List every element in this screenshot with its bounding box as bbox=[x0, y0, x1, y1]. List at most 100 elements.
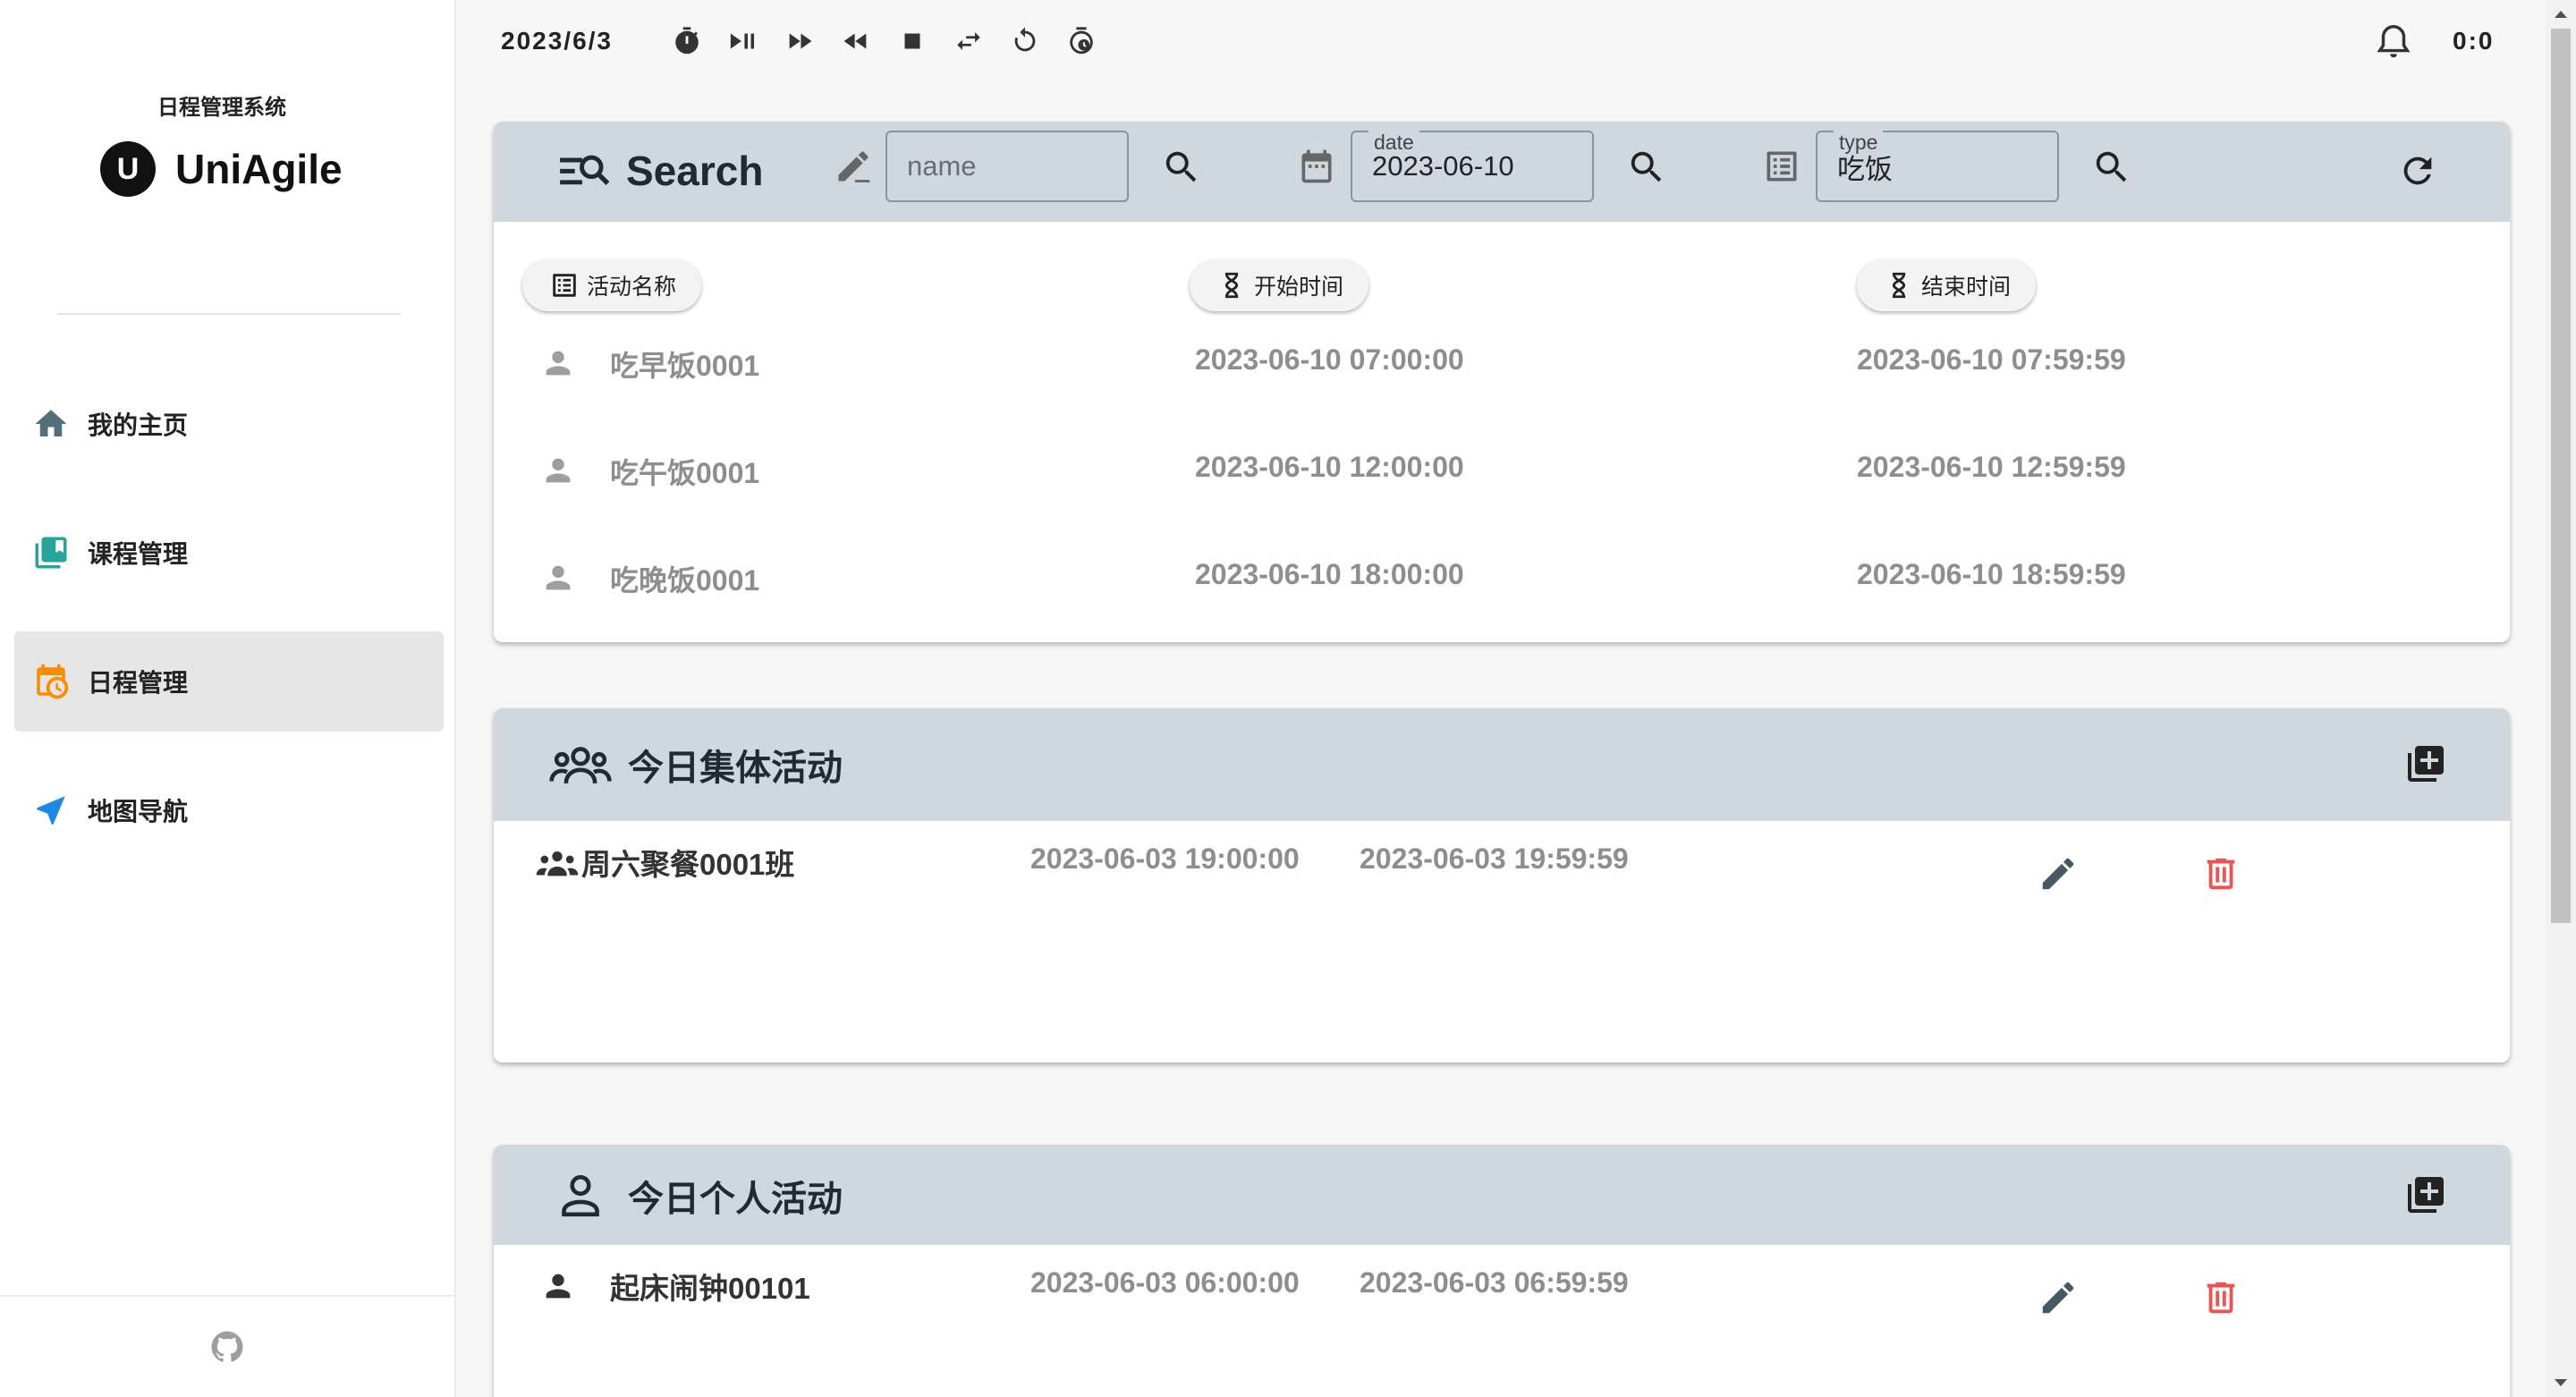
scroll-up-arrow[interactable] bbox=[2555, 11, 2567, 18]
personal-activities-header: 今日个人活动 bbox=[494, 1145, 2510, 1245]
column-chip-start-time[interactable]: 开始时间 bbox=[1190, 259, 1369, 311]
person-icon bbox=[546, 458, 571, 483]
edit-pencil-icon[interactable] bbox=[2038, 853, 2079, 894]
activity-start: 2023-06-03 19:00:00 bbox=[1030, 842, 1300, 875]
scroll-down-arrow[interactable] bbox=[2555, 1379, 2567, 1386]
sidebar-item-label: 我的主页 bbox=[88, 411, 189, 439]
search-title-text: Search bbox=[626, 148, 764, 194]
result-end: 2023-06-10 18:59:59 bbox=[1857, 558, 2126, 590]
name-search-input[interactable]: name bbox=[886, 131, 1129, 202]
activity-end: 2023-06-03 19:59:59 bbox=[1360, 842, 1629, 875]
result-start: 2023-06-10 07:00:00 bbox=[1195, 343, 1464, 376]
column-chip-end-time[interactable]: 结束时间 bbox=[1857, 259, 2037, 311]
person-outline-icon bbox=[562, 1174, 599, 1217]
fast-forward-icon[interactable] bbox=[784, 25, 816, 57]
swap-icon[interactable] bbox=[953, 25, 985, 57]
search-result-row[interactable]: 吃午饭0001 2023-06-10 12:00:00 2023-06-10 1… bbox=[494, 440, 2510, 503]
activity-name: 起床闹钟00101 bbox=[610, 1272, 810, 1305]
app-logo: U bbox=[100, 141, 156, 197]
sidebar-item-schedule[interactable]: 日程管理 bbox=[14, 631, 444, 732]
result-name: 吃晚饭0001 bbox=[610, 564, 760, 597]
timer-icon[interactable] bbox=[671, 25, 703, 57]
group-activities-card: 今日集体活动 周六聚餐0001班 2023-06-03 19:00:00 202… bbox=[494, 708, 2510, 1063]
calendar-clock-icon bbox=[37, 664, 69, 699]
result-start: 2023-06-10 18:00:00 bbox=[1195, 558, 1464, 590]
result-end: 2023-06-10 12:59:59 bbox=[1857, 451, 2126, 483]
group-activity-row[interactable]: 周六聚餐0001班 2023-06-03 19:00:00 2023-06-03… bbox=[494, 830, 2510, 902]
personal-activities-card: 今日个人活动 起床闹钟00101 2023-06-03 06:00:00 202… bbox=[494, 1145, 2510, 1397]
section-title-text: 今日个人活动 bbox=[628, 1180, 843, 1219]
sidebar-item-label: 地图导航 bbox=[88, 798, 189, 826]
simulation-time: 0:0 bbox=[2453, 27, 2495, 55]
stop-icon[interactable] bbox=[896, 25, 928, 57]
calendar-icon bbox=[1301, 149, 1332, 183]
activity-start: 2023-06-03 06:00:00 bbox=[1030, 1266, 1300, 1299]
top-bar: 2023/6/3 0:0 bbox=[456, 0, 2546, 86]
sidebar-item-map[interactable]: 地图导航 bbox=[14, 760, 444, 860]
simulation-date: 2023/6/3 bbox=[501, 27, 613, 55]
search-result-row[interactable]: 吃早饭0001 2023-06-10 07:00:00 2023-06-10 0… bbox=[494, 333, 2510, 395]
search-list-icon bbox=[560, 155, 610, 185]
result-end: 2023-06-10 07:59:59 bbox=[1857, 343, 2126, 376]
add-personal-activity-icon[interactable] bbox=[2404, 1173, 2447, 1216]
scroll-thumb[interactable] bbox=[2551, 29, 2571, 923]
sidebar-divider bbox=[57, 313, 401, 315]
add-group-activity-icon[interactable] bbox=[2404, 742, 2447, 785]
page-scrollbar[interactable] bbox=[2546, 0, 2576, 1397]
app-subtitle: 日程管理系统 bbox=[157, 96, 286, 120]
book-icon bbox=[35, 537, 67, 569]
hourglass-icon bbox=[1892, 272, 1906, 299]
github-icon[interactable] bbox=[208, 1328, 246, 1366]
chip-label: 活动名称 bbox=[587, 275, 677, 300]
timer-history-icon[interactable] bbox=[1065, 25, 1097, 57]
result-name: 吃午饭0001 bbox=[610, 457, 760, 489]
personal-activities-title: 今日个人活动 bbox=[547, 1170, 843, 1222]
app-name: UniAgile bbox=[175, 146, 343, 192]
date-field-legend: date bbox=[1368, 131, 1419, 155]
search-title: Search bbox=[556, 147, 763, 195]
rewind-icon[interactable] bbox=[840, 25, 872, 57]
delete-trash-icon[interactable] bbox=[2200, 1277, 2241, 1318]
group-activities-header: 今日集体活动 bbox=[494, 708, 2510, 821]
person-icon bbox=[546, 1274, 571, 1299]
column-chip-activity-name[interactable]: 活动名称 bbox=[522, 259, 702, 311]
groups-icon bbox=[536, 851, 579, 876]
search-icon[interactable] bbox=[1626, 147, 1667, 188]
search-card: Search name date 2023-06-10 type 吃饭 活动名称… bbox=[494, 122, 2510, 642]
result-name: 吃早饭0001 bbox=[610, 350, 760, 382]
refresh-icon[interactable] bbox=[2397, 150, 2438, 191]
chip-label: 结束时间 bbox=[1921, 275, 2012, 300]
sidebar-item-courses[interactable]: 课程管理 bbox=[14, 503, 444, 603]
restart-icon[interactable] bbox=[1009, 25, 1041, 57]
section-title-text: 今日集体活动 bbox=[628, 749, 843, 788]
list-icon bbox=[553, 274, 576, 297]
type-search-input[interactable]: type 吃饭 bbox=[1816, 131, 2059, 202]
sidebar-item-label: 日程管理 bbox=[88, 669, 189, 697]
personal-activity-row[interactable]: 起床闹钟00101 2023-06-03 06:00:00 2023-06-03… bbox=[494, 1254, 2510, 1325]
play-pause-icon[interactable] bbox=[727, 25, 759, 57]
delete-trash-icon[interactable] bbox=[2200, 853, 2241, 894]
navigation-icon bbox=[37, 796, 65, 825]
brand: U UniAgile bbox=[100, 141, 343, 197]
home-icon bbox=[35, 410, 67, 436]
search-icon[interactable] bbox=[2091, 147, 2132, 188]
sidebar-item-label: 课程管理 bbox=[88, 540, 189, 568]
person-icon bbox=[546, 565, 571, 590]
sidebar-footer bbox=[0, 1295, 454, 1397]
list-icon bbox=[1767, 151, 1797, 182]
hourglass-icon bbox=[1224, 272, 1239, 299]
search-icon[interactable] bbox=[1161, 147, 1202, 188]
edit-pencil-icon[interactable] bbox=[2038, 1277, 2079, 1318]
sidebar-item-home[interactable]: 我的主页 bbox=[14, 374, 444, 474]
search-header: Search name date 2023-06-10 type 吃饭 bbox=[494, 122, 2510, 222]
bell-icon[interactable] bbox=[2373, 21, 2414, 63]
result-start: 2023-06-10 12:00:00 bbox=[1195, 451, 1464, 483]
date-search-input[interactable]: date 2023-06-10 bbox=[1351, 131, 1594, 202]
person-icon bbox=[546, 351, 571, 376]
activity-name: 周六聚餐0001班 bbox=[581, 848, 795, 881]
main-content: Search name date 2023-06-10 type 吃饭 活动名称… bbox=[456, 86, 2546, 1397]
activity-end: 2023-06-03 06:59:59 bbox=[1360, 1266, 1629, 1299]
sidebar: 日程管理系统 U UniAgile 我的主页 课程管理 日程管理 地图导航 bbox=[0, 0, 456, 1397]
date-field-value: 2023-06-10 bbox=[1372, 150, 1514, 182]
search-result-row[interactable]: 吃晚饭0001 2023-06-10 18:00:00 2023-06-10 1… bbox=[494, 547, 2510, 610]
